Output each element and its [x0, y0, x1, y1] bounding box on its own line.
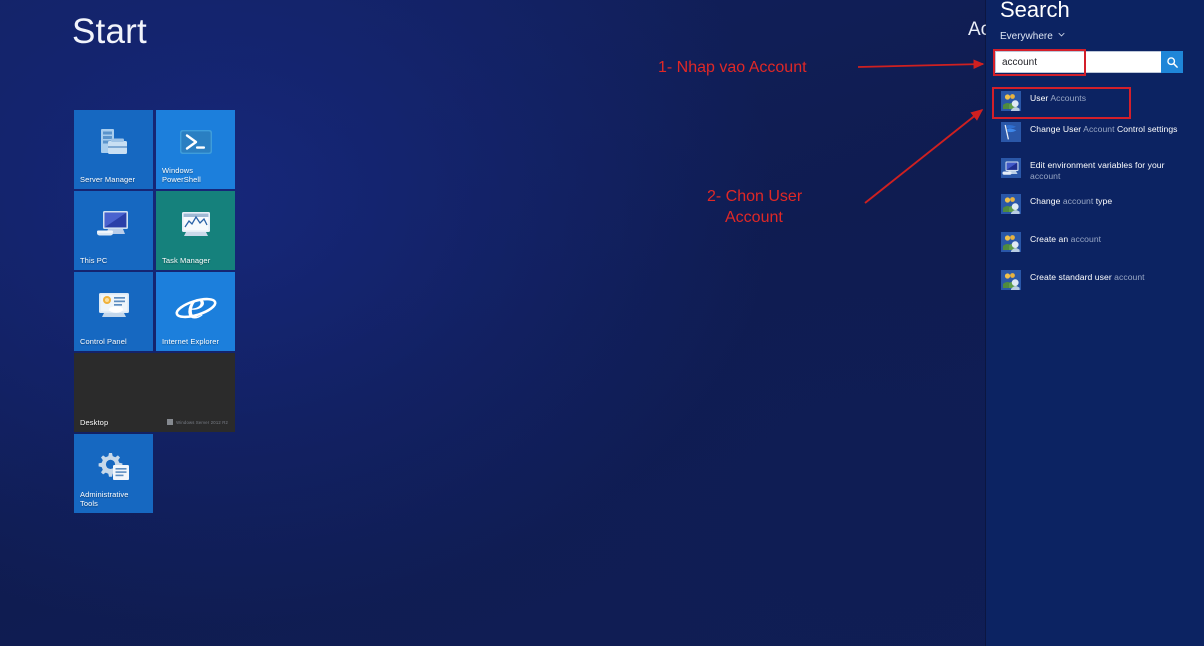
tile-desktop[interactable]: Windows Server 2012 R2 Desktop	[74, 353, 235, 432]
result-label: Change account type	[1030, 196, 1113, 206]
tile-label: Desktop	[80, 418, 109, 427]
search-results-list: User Accounts Change User Account Contro…	[995, 86, 1195, 303]
result-label: Create standard user account	[1030, 272, 1145, 282]
svg-text:e: e	[187, 283, 205, 327]
windows-logo-icon	[167, 419, 174, 425]
search-icon	[1166, 56, 1178, 68]
task-manager-icon	[181, 212, 210, 237]
result-change-uac-settings[interactable]: Change User Account Control settings	[995, 117, 1195, 153]
server-manager-icon	[100, 129, 127, 155]
result-change-account-type[interactable]: Change account type	[995, 189, 1195, 227]
search-submit-button[interactable]	[1161, 51, 1183, 73]
tile-label: Server Manager	[80, 175, 136, 184]
user-accounts-icon	[1001, 194, 1021, 214]
search-scope-dropdown[interactable]: Everywhere	[1000, 31, 1065, 42]
tile-label: Windows PowerShell	[162, 166, 201, 184]
search-panel: Search Everywhere account User Accounts …	[986, 0, 1204, 646]
result-label: Edit environment variables for your acco…	[1030, 160, 1165, 182]
tile-task-manager[interactable]: Task Manager	[156, 191, 235, 270]
result-label: User Accounts	[1030, 93, 1087, 103]
result-label: Change User Account Control settings	[1030, 124, 1178, 134]
tile-administrative-tools[interactable]: Administrative Tools	[74, 434, 153, 513]
result-label: Create an account	[1030, 234, 1102, 244]
tile-control-panel[interactable]: Control Panel	[74, 272, 153, 351]
result-edit-environment-variables[interactable]: Edit environment variables for your acco…	[995, 153, 1195, 189]
user-accounts-icon	[1001, 270, 1021, 290]
result-create-standard-user-account[interactable]: Create standard user account	[995, 265, 1195, 303]
administrative-tools-icon	[98, 453, 129, 481]
chevron-down-icon	[1058, 32, 1065, 37]
control-panel-icon	[98, 293, 129, 318]
powershell-icon	[179, 130, 212, 155]
tile-label: Task Manager	[162, 256, 211, 265]
tile-label: Internet Explorer	[162, 337, 220, 346]
tile-label: Control Panel	[80, 337, 127, 346]
tile-internet-explorer[interactable]: e Internet Explorer	[156, 272, 235, 351]
tile-label: This PC	[80, 256, 108, 265]
result-create-an-account[interactable]: Create an account	[995, 227, 1195, 265]
search-input[interactable]	[995, 51, 1161, 73]
tile-server-manager[interactable]: Server Manager	[74, 110, 153, 189]
environment-variables-icon	[1001, 158, 1021, 178]
search-row	[995, 51, 1183, 73]
watermark-text: Windows Server 2012 R2	[176, 419, 228, 425]
user-accounts-icon	[1001, 91, 1021, 111]
tile-this-pc[interactable]: This PC	[74, 191, 153, 270]
computer-icon	[96, 211, 128, 236]
tile-windows-powershell[interactable]: Windows PowerShell	[156, 110, 235, 189]
page-title: Start	[72, 12, 147, 51]
user-accounts-icon	[1001, 232, 1021, 252]
internet-explorer-icon: e	[174, 283, 217, 327]
windows-watermark: Windows Server 2012 R2	[167, 419, 228, 425]
search-scope-label: Everywhere	[1000, 31, 1053, 42]
uac-flag-icon	[1001, 122, 1021, 142]
result-user-accounts[interactable]: User Accounts	[995, 86, 1195, 117]
search-heading: Search	[1000, 0, 1070, 22]
tile-label: Administrative Tools	[80, 490, 129, 508]
